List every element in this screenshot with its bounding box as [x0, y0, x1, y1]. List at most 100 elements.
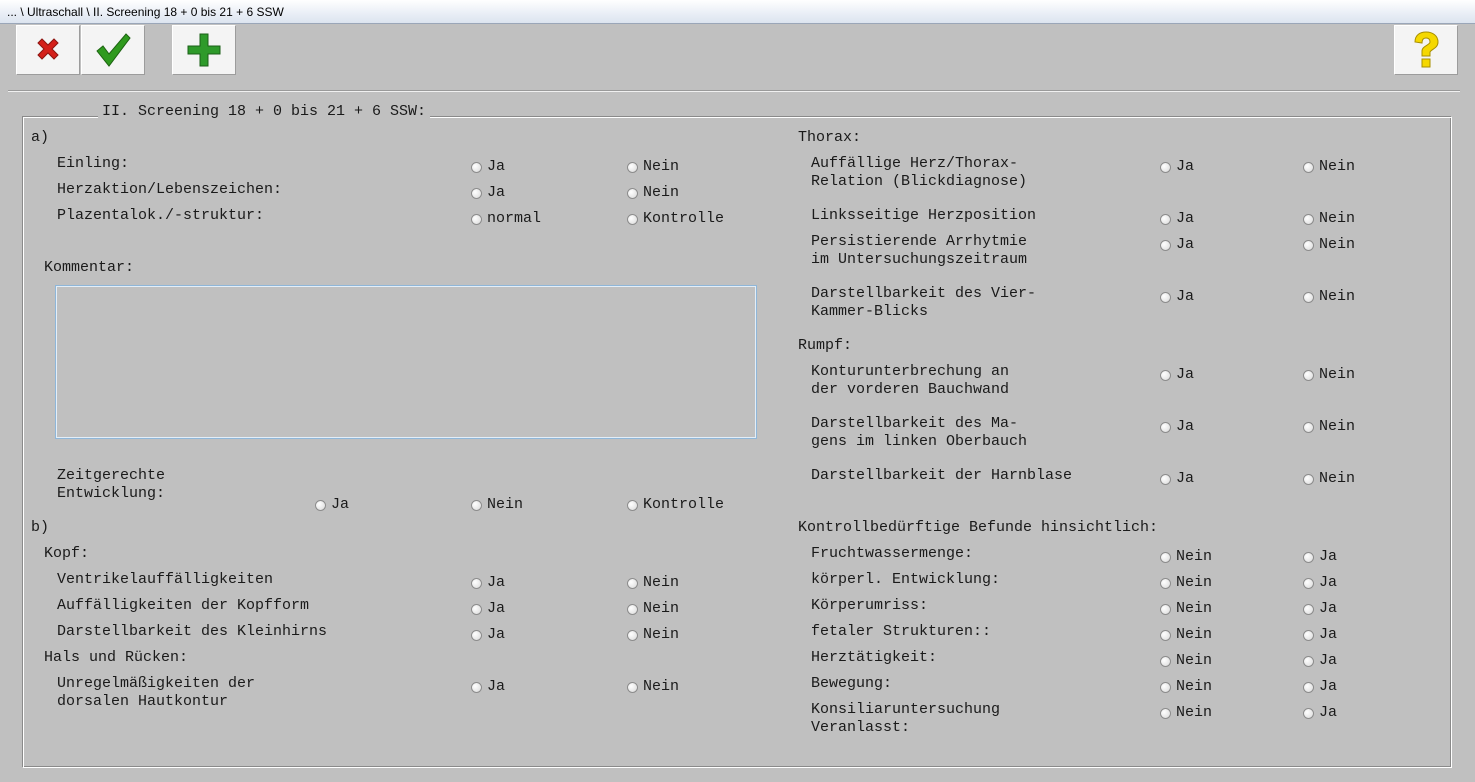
- kopfform-nein-radio[interactable]: Nein: [627, 600, 679, 618]
- radio-label: Ja: [1176, 158, 1195, 175]
- harnblase-ja-radio[interactable]: Ja: [1160, 470, 1194, 488]
- radio-circle: [1160, 291, 1171, 303]
- herz-thorax-ja-radio[interactable]: Ja: [1160, 158, 1194, 176]
- radio-circle: [1303, 291, 1314, 303]
- radio-label: Nein: [1176, 652, 1213, 669]
- bewegung-nein-radio[interactable]: Nein: [1160, 678, 1212, 696]
- radio-circle: [1303, 629, 1314, 641]
- fetale-strukturen-nein-radio[interactable]: Nein: [1160, 626, 1212, 644]
- plazenta-normal-radio[interactable]: normal: [471, 210, 541, 228]
- radio-circle: [1160, 577, 1171, 589]
- magen-nein-radio[interactable]: Nein: [1303, 418, 1355, 436]
- radio-label: Nein: [1319, 288, 1356, 305]
- arrhytmie-nein-radio[interactable]: Nein: [1303, 236, 1355, 254]
- konsiliar-label-2: Veranlasst:: [811, 719, 911, 736]
- hals-heading: Hals und Rücken:: [44, 649, 189, 666]
- herzaktion-ja-radio[interactable]: Ja: [471, 184, 505, 202]
- plazenta-kontrolle-radio[interactable]: Kontrolle: [627, 210, 724, 228]
- radio-circle: [1160, 629, 1171, 641]
- plus-icon: [187, 33, 221, 67]
- radio-label: Ja: [487, 626, 506, 643]
- radio-circle: [1303, 213, 1314, 225]
- radio-label: Ja: [487, 158, 506, 175]
- ventrikel-nein-radio[interactable]: Nein: [627, 574, 679, 592]
- radio-circle: [471, 603, 482, 615]
- radio-label: Nein: [643, 678, 680, 695]
- radio-circle: [1303, 603, 1314, 615]
- entwicklung-kontrolle-radio[interactable]: Kontrolle: [627, 496, 724, 514]
- radio-circle: [471, 629, 482, 641]
- entwicklung-ja-radio[interactable]: Ja: [315, 496, 349, 514]
- fetale-strukturen-ja-radio[interactable]: Ja: [1303, 626, 1337, 644]
- close-icon: [37, 38, 59, 60]
- bauchwand-label-1: Konturunterbrechung an: [811, 363, 1010, 380]
- radio-label: Nein: [1176, 704, 1213, 721]
- ventrikel-ja-radio[interactable]: Ja: [471, 574, 505, 592]
- radio-label: Ja: [487, 600, 506, 617]
- radio-label: Nein: [643, 158, 680, 175]
- vierkammer-label-2: Kammer-Blicks: [811, 303, 929, 320]
- hautkontur-ja-radio[interactable]: Ja: [471, 678, 505, 696]
- harnblase-nein-radio[interactable]: Nein: [1303, 470, 1355, 488]
- radio-circle: [627, 161, 638, 173]
- radio-label: Nein: [1176, 548, 1213, 565]
- herzposition-label: Linksseitige Herzposition: [811, 207, 1037, 224]
- radio-circle: [471, 499, 482, 511]
- koerperl-entwicklung-ja-radio[interactable]: Ja: [1303, 574, 1337, 592]
- radio-circle: [471, 187, 482, 199]
- herz-thorax-label-1: Auffällige Herz/Thorax-: [811, 155, 1019, 172]
- radio-label: Ja: [1319, 548, 1338, 565]
- radio-circle: [1303, 369, 1314, 381]
- bauchwand-nein-radio[interactable]: Nein: [1303, 366, 1355, 384]
- kleinhirn-nein-radio[interactable]: Nein: [627, 626, 679, 644]
- konsiliar-ja-radio[interactable]: Ja: [1303, 704, 1337, 722]
- hautkontur-label-2: dorsalen Hautkontur: [57, 693, 229, 710]
- radio-label: Nein: [643, 574, 680, 591]
- einling-nein-radio[interactable]: Nein: [627, 158, 679, 176]
- herztaetigkeit-ja-radio[interactable]: Ja: [1303, 652, 1337, 670]
- fetale-strukturen-label: fetaler Strukturen::: [811, 623, 992, 640]
- radio-label: Nein: [643, 184, 680, 201]
- radio-label: Ja: [487, 678, 506, 695]
- vierkammer-ja-radio[interactable]: Ja: [1160, 288, 1194, 306]
- konsiliar-nein-radio[interactable]: Nein: [1160, 704, 1212, 722]
- radio-circle: [627, 577, 638, 589]
- radio-circle: [1303, 161, 1314, 173]
- checkmark-icon: [96, 33, 131, 67]
- kopfform-ja-radio[interactable]: Ja: [471, 600, 505, 618]
- ok-button[interactable]: [81, 25, 145, 75]
- vierkammer-label-1: Darstellbarkeit des Vier-: [811, 285, 1037, 302]
- fruchtwasser-ja-radio[interactable]: Ja: [1303, 548, 1337, 566]
- herzaktion-nein-radio[interactable]: Nein: [627, 184, 679, 202]
- kommentar-textarea[interactable]: [55, 285, 757, 439]
- radio-label: Nein: [1319, 210, 1356, 227]
- radio-label: Nein: [1319, 418, 1356, 435]
- cancel-button[interactable]: [16, 25, 80, 75]
- vierkammer-nein-radio[interactable]: Nein: [1303, 288, 1355, 306]
- bewegung-ja-radio[interactable]: Ja: [1303, 678, 1337, 696]
- kleinhirn-ja-radio[interactable]: Ja: [471, 626, 505, 644]
- koerperumriss-ja-radio[interactable]: Ja: [1303, 600, 1337, 618]
- radio-label: Nein: [643, 626, 680, 643]
- herzposition-ja-radio[interactable]: Ja: [1160, 210, 1194, 228]
- koerperl-entwicklung-nein-radio[interactable]: Nein: [1160, 574, 1212, 592]
- herztaetigkeit-nein-radio[interactable]: Nein: [1160, 652, 1212, 670]
- magen-ja-radio[interactable]: Ja: [1160, 418, 1194, 436]
- entwicklung-label-1: Zeitgerechte: [57, 467, 166, 484]
- herzposition-nein-radio[interactable]: Nein: [1303, 210, 1355, 228]
- radio-label: Ja: [1176, 288, 1195, 305]
- fruchtwasser-nein-radio[interactable]: Nein: [1160, 548, 1212, 566]
- radio-circle: [471, 213, 482, 225]
- help-button[interactable]: [1394, 25, 1458, 75]
- entwicklung-nein-radio[interactable]: Nein: [471, 496, 523, 514]
- group-title: II. Screening 18 + 0 bis 21 + 6 SSW:: [98, 103, 431, 121]
- bauchwand-ja-radio[interactable]: Ja: [1160, 366, 1194, 384]
- arrhytmie-ja-radio[interactable]: Ja: [1160, 236, 1194, 254]
- einling-ja-radio[interactable]: Ja: [471, 158, 505, 176]
- koerperumriss-nein-radio[interactable]: Nein: [1160, 600, 1212, 618]
- hautkontur-nein-radio[interactable]: Nein: [627, 678, 679, 696]
- radio-circle: [1303, 551, 1314, 563]
- herz-thorax-nein-radio[interactable]: Nein: [1303, 158, 1355, 176]
- radio-label: Nein: [1176, 678, 1213, 695]
- add-button[interactable]: [172, 25, 236, 75]
